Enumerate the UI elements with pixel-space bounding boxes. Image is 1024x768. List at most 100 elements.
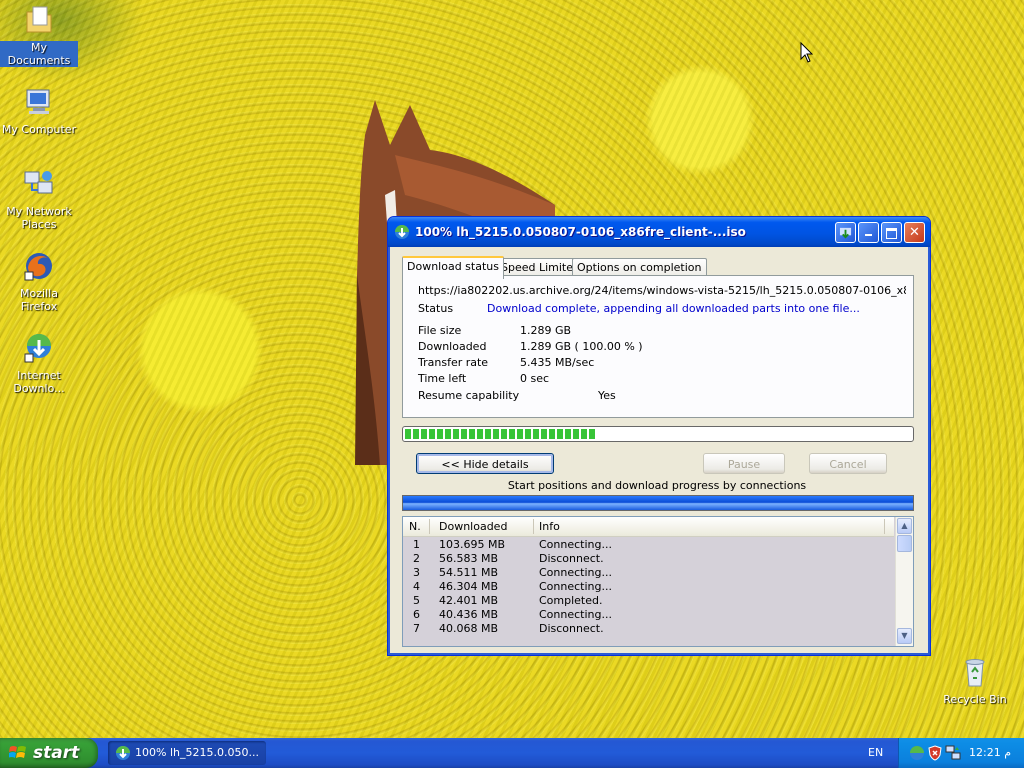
network-tray-icon[interactable] (945, 745, 961, 761)
filesize-label: File size (418, 324, 462, 337)
recycle-bin-icon (965, 659, 985, 687)
cell-downloaded: 103.695 MB (439, 538, 506, 551)
minimize-button[interactable] (858, 222, 879, 243)
column-header-downloaded[interactable]: Downloaded (439, 520, 507, 533)
system-tray: 12:21 م (898, 738, 1024, 768)
downloaded-row: Downloaded 1.289 GB ( 100.00 % ) (418, 340, 643, 353)
cell-info: Connecting... (539, 608, 612, 621)
transfer-rate-label: Transfer rate (418, 356, 489, 369)
connections-caption: Start positions and download progress by… (507, 479, 807, 492)
computer-icon (26, 89, 50, 114)
scroll-thumb[interactable] (897, 535, 912, 552)
security-shield-icon[interactable] (927, 745, 943, 761)
close-button[interactable]: ✕ (904, 222, 925, 243)
table-row[interactable]: 3 54.511 MB Connecting... (403, 566, 894, 580)
cell-info: Connecting... (539, 538, 612, 551)
transfer-rate-row: Transfer rate 5.435 MB/sec (418, 356, 594, 369)
start-label: start (33, 743, 80, 763)
table-row[interactable]: 2 56.583 MB Disconnect. (403, 552, 894, 566)
cancel-button[interactable]: Cancel (809, 453, 887, 474)
hide-details-button[interactable]: << Hide details (416, 453, 554, 474)
cell-downloaded: 54.511 MB (439, 566, 499, 579)
desktop-icon-label: My Computer (1, 123, 77, 136)
maximize-icon (886, 228, 897, 239)
start-button[interactable]: start (0, 738, 98, 768)
connections-progress-bar (402, 495, 914, 511)
status-row: Status Download complete, appending all … (418, 302, 860, 315)
network-icon (24, 171, 53, 194)
table-row[interactable]: 1 103.695 MB Connecting... (403, 538, 894, 552)
table-row[interactable]: 5 42.401 MB Completed. (403, 594, 894, 608)
language-indicator[interactable]: EN (868, 746, 883, 759)
cell-n: 4 (413, 580, 420, 593)
table-row[interactable]: 7 40.068 MB Disconnect. (403, 622, 894, 636)
desktop-icon-label: Recycle Bin (943, 693, 1007, 706)
vertical-scrollbar[interactable]: ▲ ▼ (895, 517, 913, 646)
scroll-up-button[interactable]: ▲ (897, 518, 912, 534)
window-titlebar[interactable]: 100% lh_5215.0.050807-0106_x86fre_client… (388, 217, 930, 247)
resume-value: Yes (598, 389, 616, 402)
desktop-icon-my-computer[interactable]: My Computer (0, 86, 78, 136)
desktop-icon-recycle-bin[interactable]: Recycle Bin (936, 656, 1014, 706)
chevron-down-icon: ▼ (901, 631, 908, 640)
resume-row: Resume capability Yes (418, 389, 616, 402)
firefox-icon (24, 253, 52, 281)
cell-info: Completed. (539, 594, 603, 607)
status-label: Status (418, 302, 454, 315)
pause-button[interactable]: Pause (703, 453, 785, 474)
desktop-icon-label: My Documents (0, 41, 78, 67)
time-left-row: Time left 0 sec (418, 372, 549, 385)
filesize-row: File size 1.289 GB (418, 324, 571, 337)
status-value: Download complete, appending all downloa… (487, 302, 860, 315)
cell-info: Connecting... (539, 566, 612, 579)
desktop-icon-internet-download-manager[interactable]: Internet Downlo... (0, 332, 78, 395)
chevron-up-icon: ▲ (901, 521, 908, 530)
tab-download-status[interactable]: Download status (402, 256, 504, 279)
download-url: https://ia802202.us.archive.org/24/items… (418, 284, 906, 297)
time-left-value: 0 sec (520, 372, 550, 385)
folder-documents-icon (26, 6, 52, 33)
desktop-icon-label: My Network Places (6, 205, 72, 231)
time-left-label: Time left (418, 372, 467, 385)
taskbar-button-download[interactable]: 100% lh_5215.0.050... (108, 741, 266, 765)
column-header-info[interactable]: Info (539, 520, 560, 533)
window-client: Download status Speed Limiter Options on… (392, 248, 926, 651)
cell-info: Disconnect. (539, 552, 604, 565)
cell-downloaded: 46.304 MB (439, 580, 499, 593)
download-window: 100% lh_5215.0.050807-0106_x86fre_client… (387, 216, 931, 656)
maximize-button[interactable] (881, 222, 902, 243)
desktop-icon-mozilla-firefox[interactable]: Mozilla Firefox (0, 250, 78, 313)
idm-icon (116, 746, 130, 760)
desktop-icon-my-documents[interactable]: My Documents (0, 4, 78, 67)
taskbar-button-label: 100% lh_5215.0.050... (135, 746, 259, 759)
tray-minimize-button[interactable] (835, 222, 856, 243)
close-icon: ✕ (909, 225, 920, 240)
cell-n: 1 (413, 538, 420, 551)
idm-tray-icon[interactable] (909, 745, 925, 761)
cell-n: 7 (413, 622, 420, 635)
idm-tray-icon (839, 227, 852, 239)
clock: 12:21 م (969, 746, 1012, 759)
cell-n: 3 (413, 566, 420, 579)
column-header-n[interactable]: N. (409, 520, 421, 533)
cell-info: Connecting... (539, 580, 612, 593)
cell-downloaded: 40.436 MB (439, 608, 499, 621)
idm-icon (395, 225, 409, 239)
table-row[interactable]: 4 46.304 MB Connecting... (403, 580, 894, 594)
cell-n: 6 (413, 608, 420, 621)
taskbar: start 100% lh_5215.0.050... EN 12:21 م (0, 738, 1024, 768)
minimize-icon (865, 234, 872, 236)
window-title: 100% lh_5215.0.050807-0106_x86fre_client… (415, 225, 746, 239)
download-progress-bar (402, 426, 914, 442)
table-row[interactable]: 6 40.436 MB Connecting... (403, 608, 894, 622)
cell-downloaded: 42.401 MB (439, 594, 499, 607)
idm-icon (24, 334, 51, 363)
connections-list[interactable]: N. Downloaded Info 1 103.695 MB Connecting… (402, 516, 914, 647)
downloaded-value: 1.289 GB ( 100.00 % ) (520, 340, 643, 353)
transfer-rate-value: 5.435 MB/sec (520, 356, 595, 369)
downloaded-label: Downloaded (418, 340, 487, 353)
cell-n: 2 (413, 552, 420, 565)
desktop-icon-my-network-places[interactable]: My Network Places (0, 168, 78, 231)
scroll-down-button[interactable]: ▼ (897, 628, 912, 644)
desktop-icon-label: Internet Downlo... (13, 369, 65, 395)
